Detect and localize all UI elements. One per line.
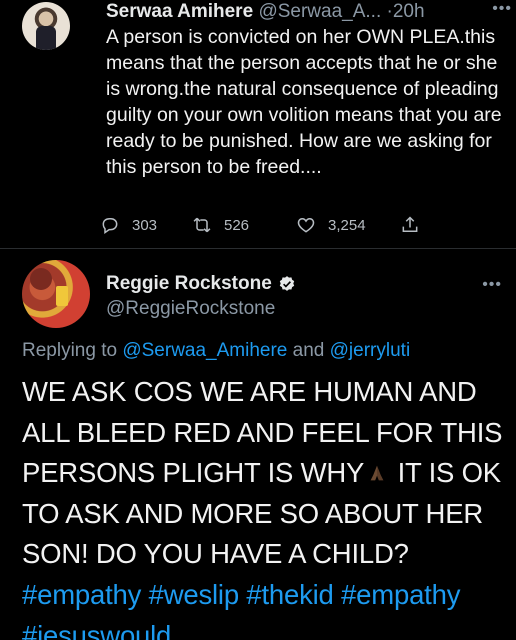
author-name-row: Reggie Rockstone: [106, 272, 296, 296]
replying-and: and: [292, 340, 325, 361]
avatar-reggie[interactable]: [22, 260, 90, 328]
mention-link[interactable]: @jerryluti: [330, 340, 411, 361]
more-options-icon[interactable]: •••: [492, 0, 512, 18]
share-button[interactable]: [400, 215, 432, 235]
reply-button[interactable]: 303: [100, 215, 157, 235]
author-name[interactable]: Serwaa Amihere: [106, 1, 253, 22]
avatar-serwaa[interactable]: [22, 2, 70, 50]
verified-badge-icon: [279, 276, 294, 291]
like-count: 3,254: [328, 216, 366, 234]
replying-prefix: Replying to: [22, 340, 118, 361]
retweet-count: 526: [224, 216, 250, 234]
replying-to: Replying to @Serwaa_Amihere and @jerrylu…: [22, 340, 512, 362]
folded-hands-icon: [370, 465, 384, 481]
heart-icon: [297, 217, 315, 233]
tweet-text: WE ASK COS WE ARE HUMAN AND ALL BLEED RE…: [22, 372, 512, 575]
tweet-serwaa: Serwaa Amihere @Serwaa_A... ·20h ••• A p…: [0, 0, 516, 250]
author-handle[interactable]: @Serwaa_A...: [258, 1, 381, 22]
tweet-text: A person is convicted on her OWN PLEA.th…: [106, 26, 502, 178]
retweet-icon: [193, 217, 211, 233]
author-name[interactable]: Reggie Rockstone: [106, 273, 272, 295]
share-icon: [402, 216, 418, 232]
divider: [0, 248, 516, 249]
tweet-time[interactable]: 20h: [393, 1, 425, 22]
reply-count: 303: [132, 216, 158, 234]
tweet-actions: 303 526 3,254: [100, 212, 430, 238]
hashtags[interactable]: #empathy #weslip #thekid #empathy #jesus…: [22, 575, 512, 640]
like-button[interactable]: 3,254: [296, 215, 366, 235]
mention-link[interactable]: @Serwaa_Amihere: [122, 340, 287, 361]
reply-icon: [102, 218, 118, 234]
retweet-button[interactable]: 526: [192, 215, 249, 235]
author-handle[interactable]: @ReggieRockstone: [106, 298, 275, 320]
tweet-header: Serwaa Amihere @Serwaa_A... ·20h: [106, 0, 506, 24]
more-options-icon[interactable]: •••: [482, 276, 502, 294]
